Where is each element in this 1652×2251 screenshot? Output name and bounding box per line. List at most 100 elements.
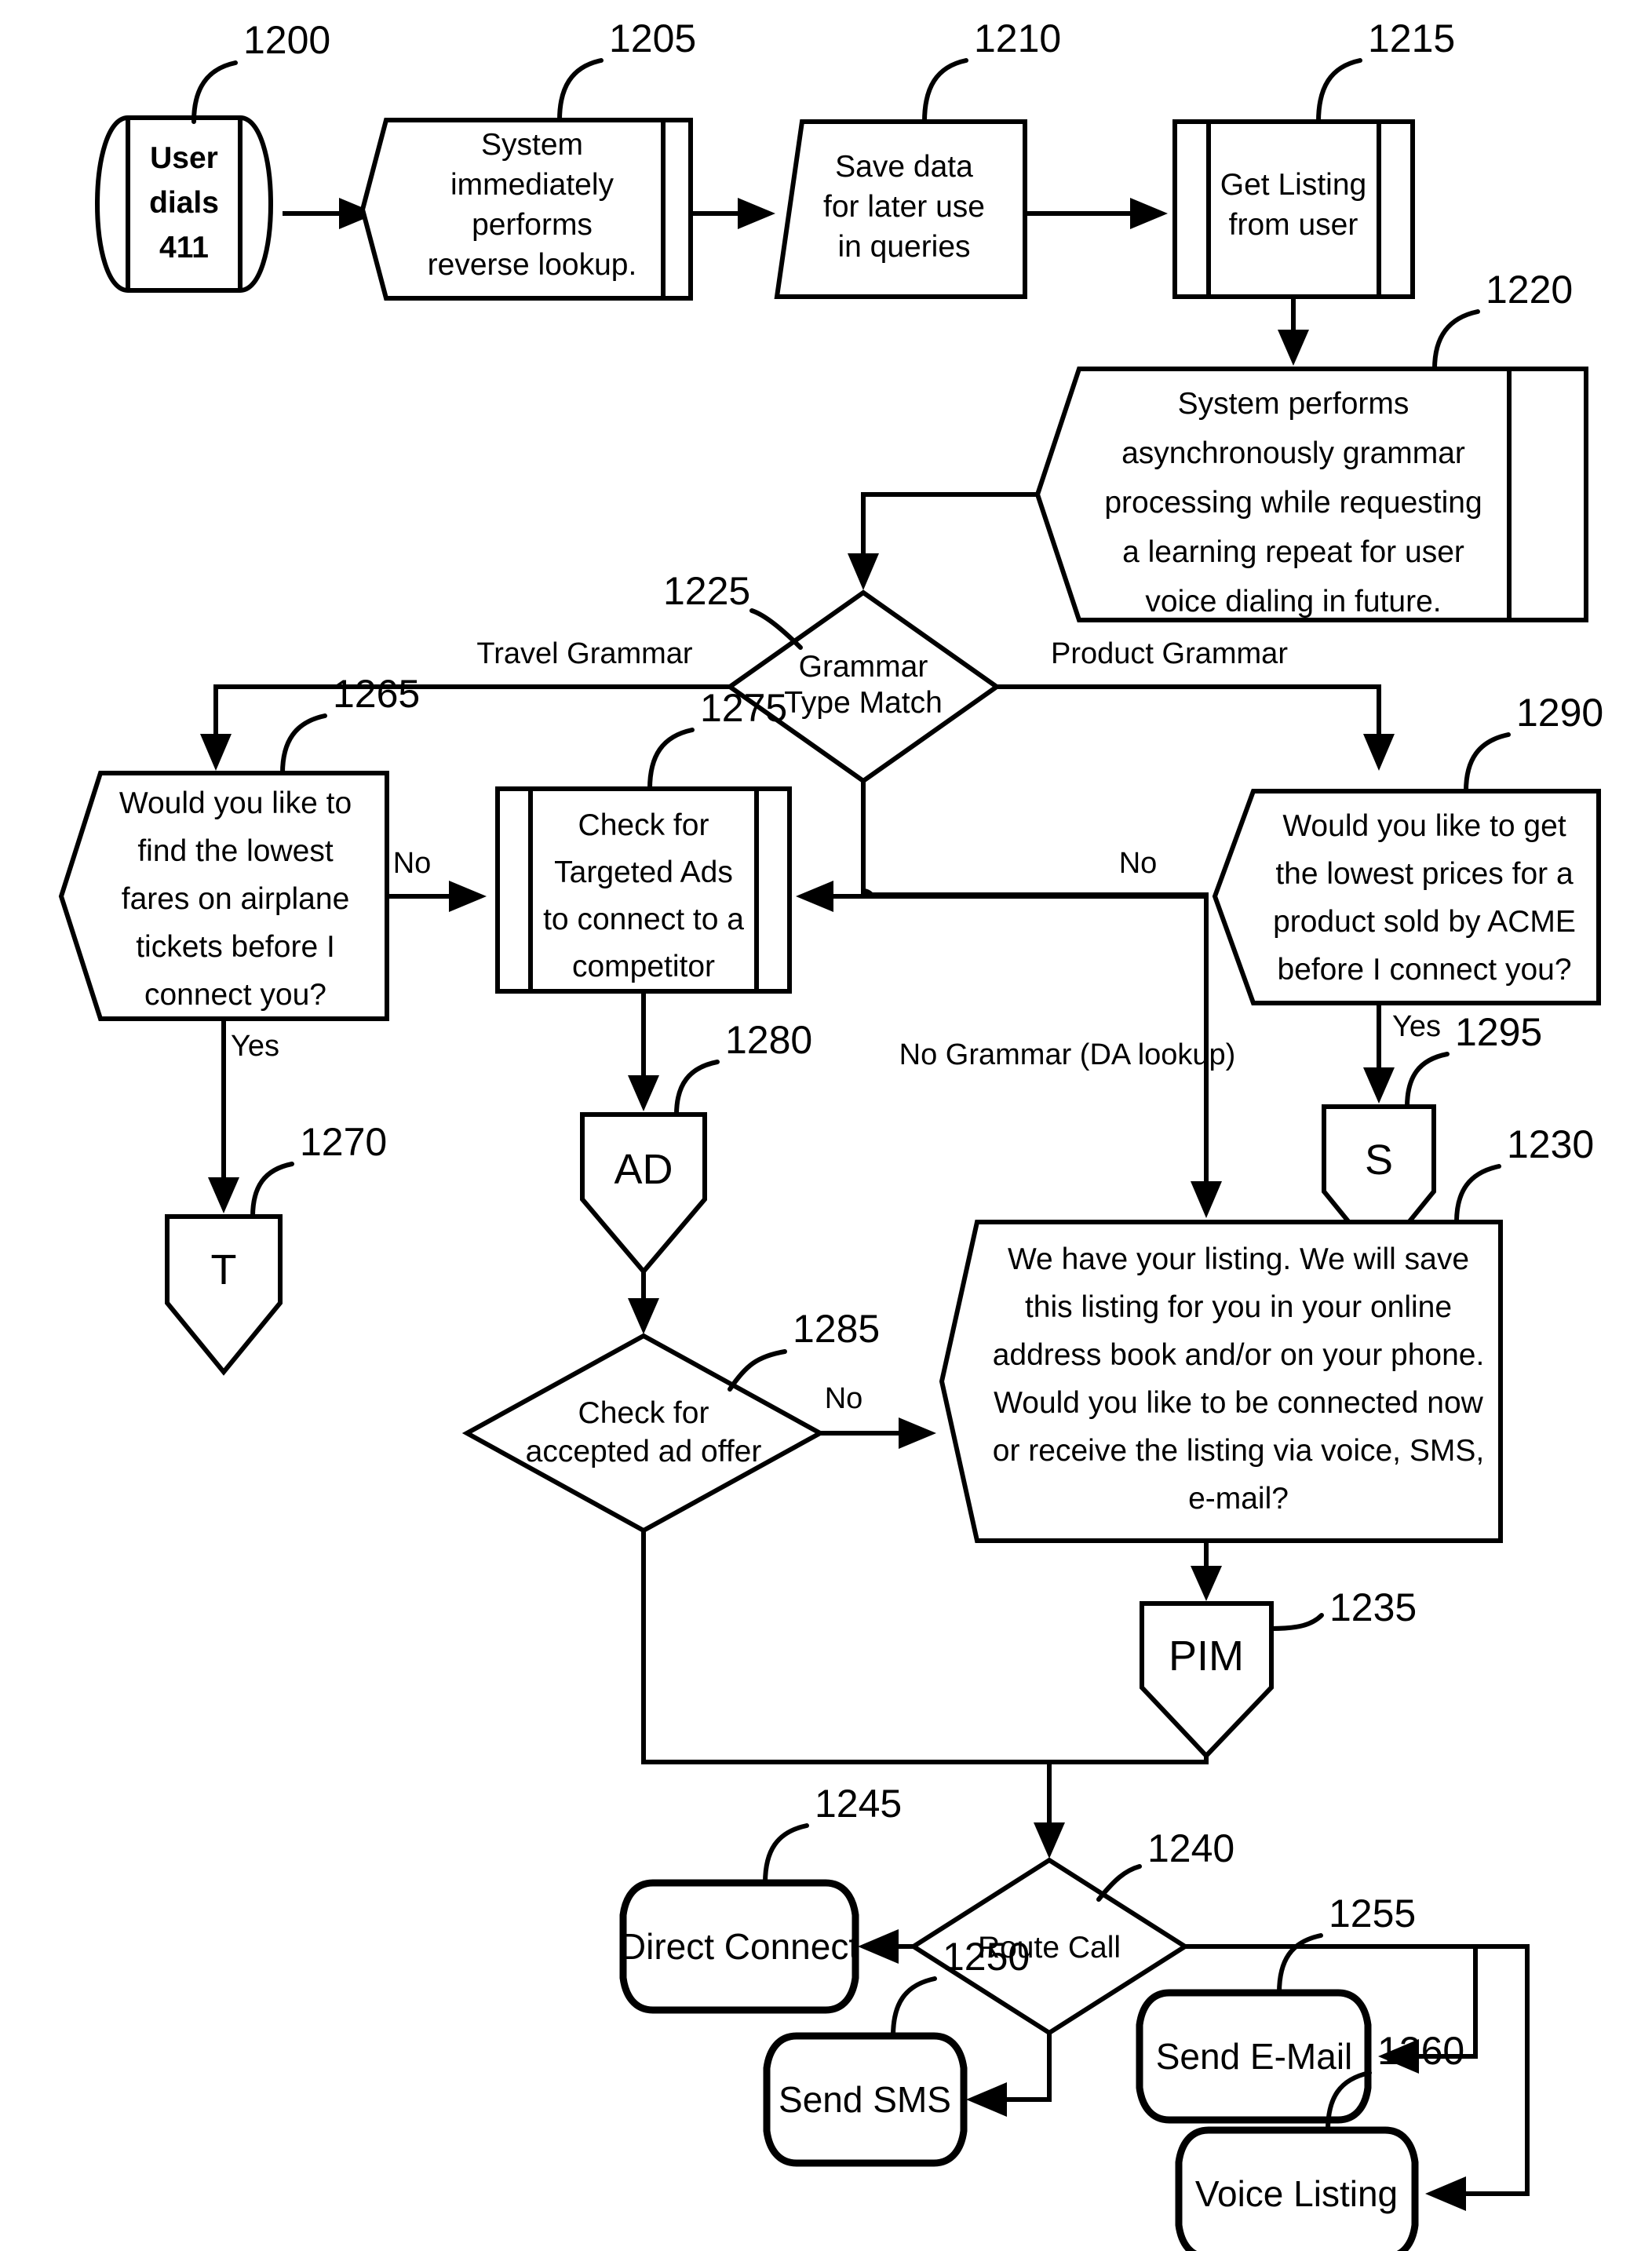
node-1275[interactable]: Check for Targeted Ads to connect to a c… <box>495 786 792 994</box>
node-1230[interactable]: We have your listing. We will save this … <box>939 1220 1503 1543</box>
node-1235[interactable]: PIM <box>1140 1601 1274 1760</box>
node-1220-line-2: processing while requesting <box>1104 486 1482 520</box>
edge-1275-1280 <box>628 991 659 1111</box>
node-1260-label: Voice Listing <box>1195 2173 1398 2214</box>
node-1220[interactable]: System performs asynchronously grammar p… <box>1034 367 1588 622</box>
ref-1205-label: 1205 <box>609 16 696 60</box>
edge-1265-1275: No <box>387 847 487 912</box>
edge-label-no-ad: No <box>825 1382 863 1415</box>
edge-label-no-product: No <box>1119 847 1158 880</box>
edge-label-travel-grammar: Travel Grammar <box>476 637 693 670</box>
node-1265[interactable]: Would you like to find the lowest fares … <box>58 771 389 1021</box>
node-1205[interactable]: System immediately performs reverse look… <box>359 118 693 301</box>
ref-1275-label: 1275 <box>700 686 787 730</box>
node-1250[interactable]: Send SMS <box>763 2032 968 2167</box>
edge-1215-1220 <box>1278 297 1309 366</box>
node-1265-line-2: fares on airplane <box>122 882 350 916</box>
edge-1235-route <box>1049 1756 1209 1764</box>
node-1220-line-1: asynchronously grammar <box>1121 436 1465 470</box>
node-1270[interactable]: T <box>165 1214 283 1376</box>
ref-1200: 1200 <box>191 18 330 124</box>
node-1290-line-0: Would you like to get <box>1282 809 1566 843</box>
ref-1230: 1230 <box>1454 1122 1594 1224</box>
edge-label-product-grammar: Product Grammar <box>1051 637 1288 670</box>
edge-1220-1225 <box>848 492 1038 590</box>
edge-1290-1295: Yes <box>1363 1003 1441 1104</box>
node-1220-line-0: System performs <box>1178 387 1409 421</box>
node-1245[interactable]: Direct Connect <box>619 1879 859 2014</box>
ref-1280-label: 1280 <box>725 1018 812 1062</box>
ref-1270-label: 1270 <box>300 1120 387 1164</box>
edge-product-grammar: Product Grammar <box>997 637 1395 771</box>
ref-1255-label: 1255 <box>1329 1892 1416 1935</box>
edge-1240-1245 <box>858 1929 914 1964</box>
edge-1240-1250 <box>966 2033 1052 2117</box>
node-1290-line-1: the lowest prices for a <box>1275 857 1574 891</box>
edge-1230-1235 <box>1191 1541 1222 1601</box>
node-1230-line-4: or receive the listing via voice, SMS, <box>993 1434 1484 1468</box>
ref-1280: 1280 <box>674 1018 812 1117</box>
ref-1215-label: 1215 <box>1368 16 1455 60</box>
ref-1245: 1245 <box>763 1782 902 1885</box>
ref-1255: 1255 <box>1277 1892 1416 1995</box>
edge-1285-1230: No <box>820 1382 936 1449</box>
node-1230-line-3: Would you like to be connected now <box>994 1386 1484 1420</box>
node-1235-label: PIM <box>1169 1633 1244 1680</box>
ref-1230-label: 1230 <box>1507 1122 1594 1166</box>
node-1245-label: Direct Connect <box>620 1926 859 1967</box>
node-1225-line-0: Grammar <box>799 650 928 684</box>
edge-1205-1210 <box>691 198 775 229</box>
node-1230-line-1: this listing for you in your online <box>1025 1290 1452 1324</box>
ref-1260-label: 1260 <box>1377 2029 1464 2073</box>
node-1275-line-1: Targeted Ads <box>554 856 733 889</box>
node-1280[interactable]: AD <box>580 1112 707 1275</box>
node-1200-line-0: User <box>150 141 218 175</box>
flowchart-svg: User dials 411 1200 System immediately per… <box>58 16 1603 2251</box>
edge-1210-1215 <box>1025 198 1168 229</box>
node-1200[interactable]: User dials 411 <box>95 115 273 293</box>
node-1215[interactable]: Get Listing from user <box>1172 119 1415 299</box>
ref-1285-label: 1285 <box>793 1307 880 1351</box>
node-1290-line-3: before I connect you? <box>1277 953 1571 987</box>
ref-1225-label: 1225 <box>663 569 750 613</box>
ref-1285: 1285 <box>728 1307 880 1392</box>
node-1290[interactable]: Would you like to get the lowest prices … <box>1212 789 1601 1005</box>
node-1210-line-0: Save data <box>835 150 973 184</box>
edge-1280-1285 <box>628 1271 659 1334</box>
node-1290-line-2: product sold by ACME <box>1273 905 1576 939</box>
ref-1225: 1225 <box>663 569 803 650</box>
node-1230-line-5: e-mail? <box>1188 1482 1289 1516</box>
ref-1235: 1235 <box>1269 1585 1417 1631</box>
node-1270-label: T <box>211 1246 237 1293</box>
node-1285[interactable]: Check for accepted ad offer <box>461 1333 826 1534</box>
node-1215-line-1: from user <box>1229 208 1358 242</box>
node-1255-label: Send E-Mail <box>1156 2036 1353 2077</box>
ref-1275: 1275 <box>647 686 787 791</box>
node-1220-line-4: voice dialing in future. <box>1145 585 1441 618</box>
node-1275-line-3: competitor <box>572 950 715 983</box>
edge-label-yes-product: Yes <box>1392 1010 1441 1043</box>
node-1275-line-2: to connect to a <box>543 903 744 936</box>
ref-1245-label: 1245 <box>815 1782 902 1826</box>
node-1285-line-0: Check for <box>578 1396 709 1430</box>
ref-1210-label: 1210 <box>974 16 1061 60</box>
edge-label-no-travel: No <box>393 847 432 880</box>
node-1260[interactable]: Voice Listing <box>1175 2126 1419 2251</box>
ref-1265-label: 1265 <box>333 672 420 716</box>
node-1265-line-1: find the lowest <box>137 834 333 868</box>
node-1295-label: S <box>1365 1136 1393 1184</box>
ref-1200-label: 1200 <box>243 18 330 62</box>
node-1205-line-3: reverse lookup. <box>428 248 637 282</box>
ref-1290-label: 1290 <box>1516 691 1603 735</box>
node-1285-line-1: accepted ad offer <box>526 1435 762 1468</box>
ref-1250-label: 1250 <box>943 1935 1030 1979</box>
ref-1235-label: 1235 <box>1329 1585 1417 1629</box>
ref-1220: 1220 <box>1432 268 1573 371</box>
node-1210[interactable]: Save data for later use in queries <box>774 119 1027 299</box>
edge-label-no-grammar: No Grammar (DA lookup) <box>899 1038 1236 1071</box>
node-1205-line-2: performs <box>472 208 593 242</box>
edge-travel-grammar: Travel Grammar <box>200 637 730 771</box>
ref-1220-label: 1220 <box>1486 268 1573 312</box>
node-1250-label: Send SMS <box>779 2079 951 2120</box>
node-1215-line-0: Get Listing <box>1220 168 1366 202</box>
